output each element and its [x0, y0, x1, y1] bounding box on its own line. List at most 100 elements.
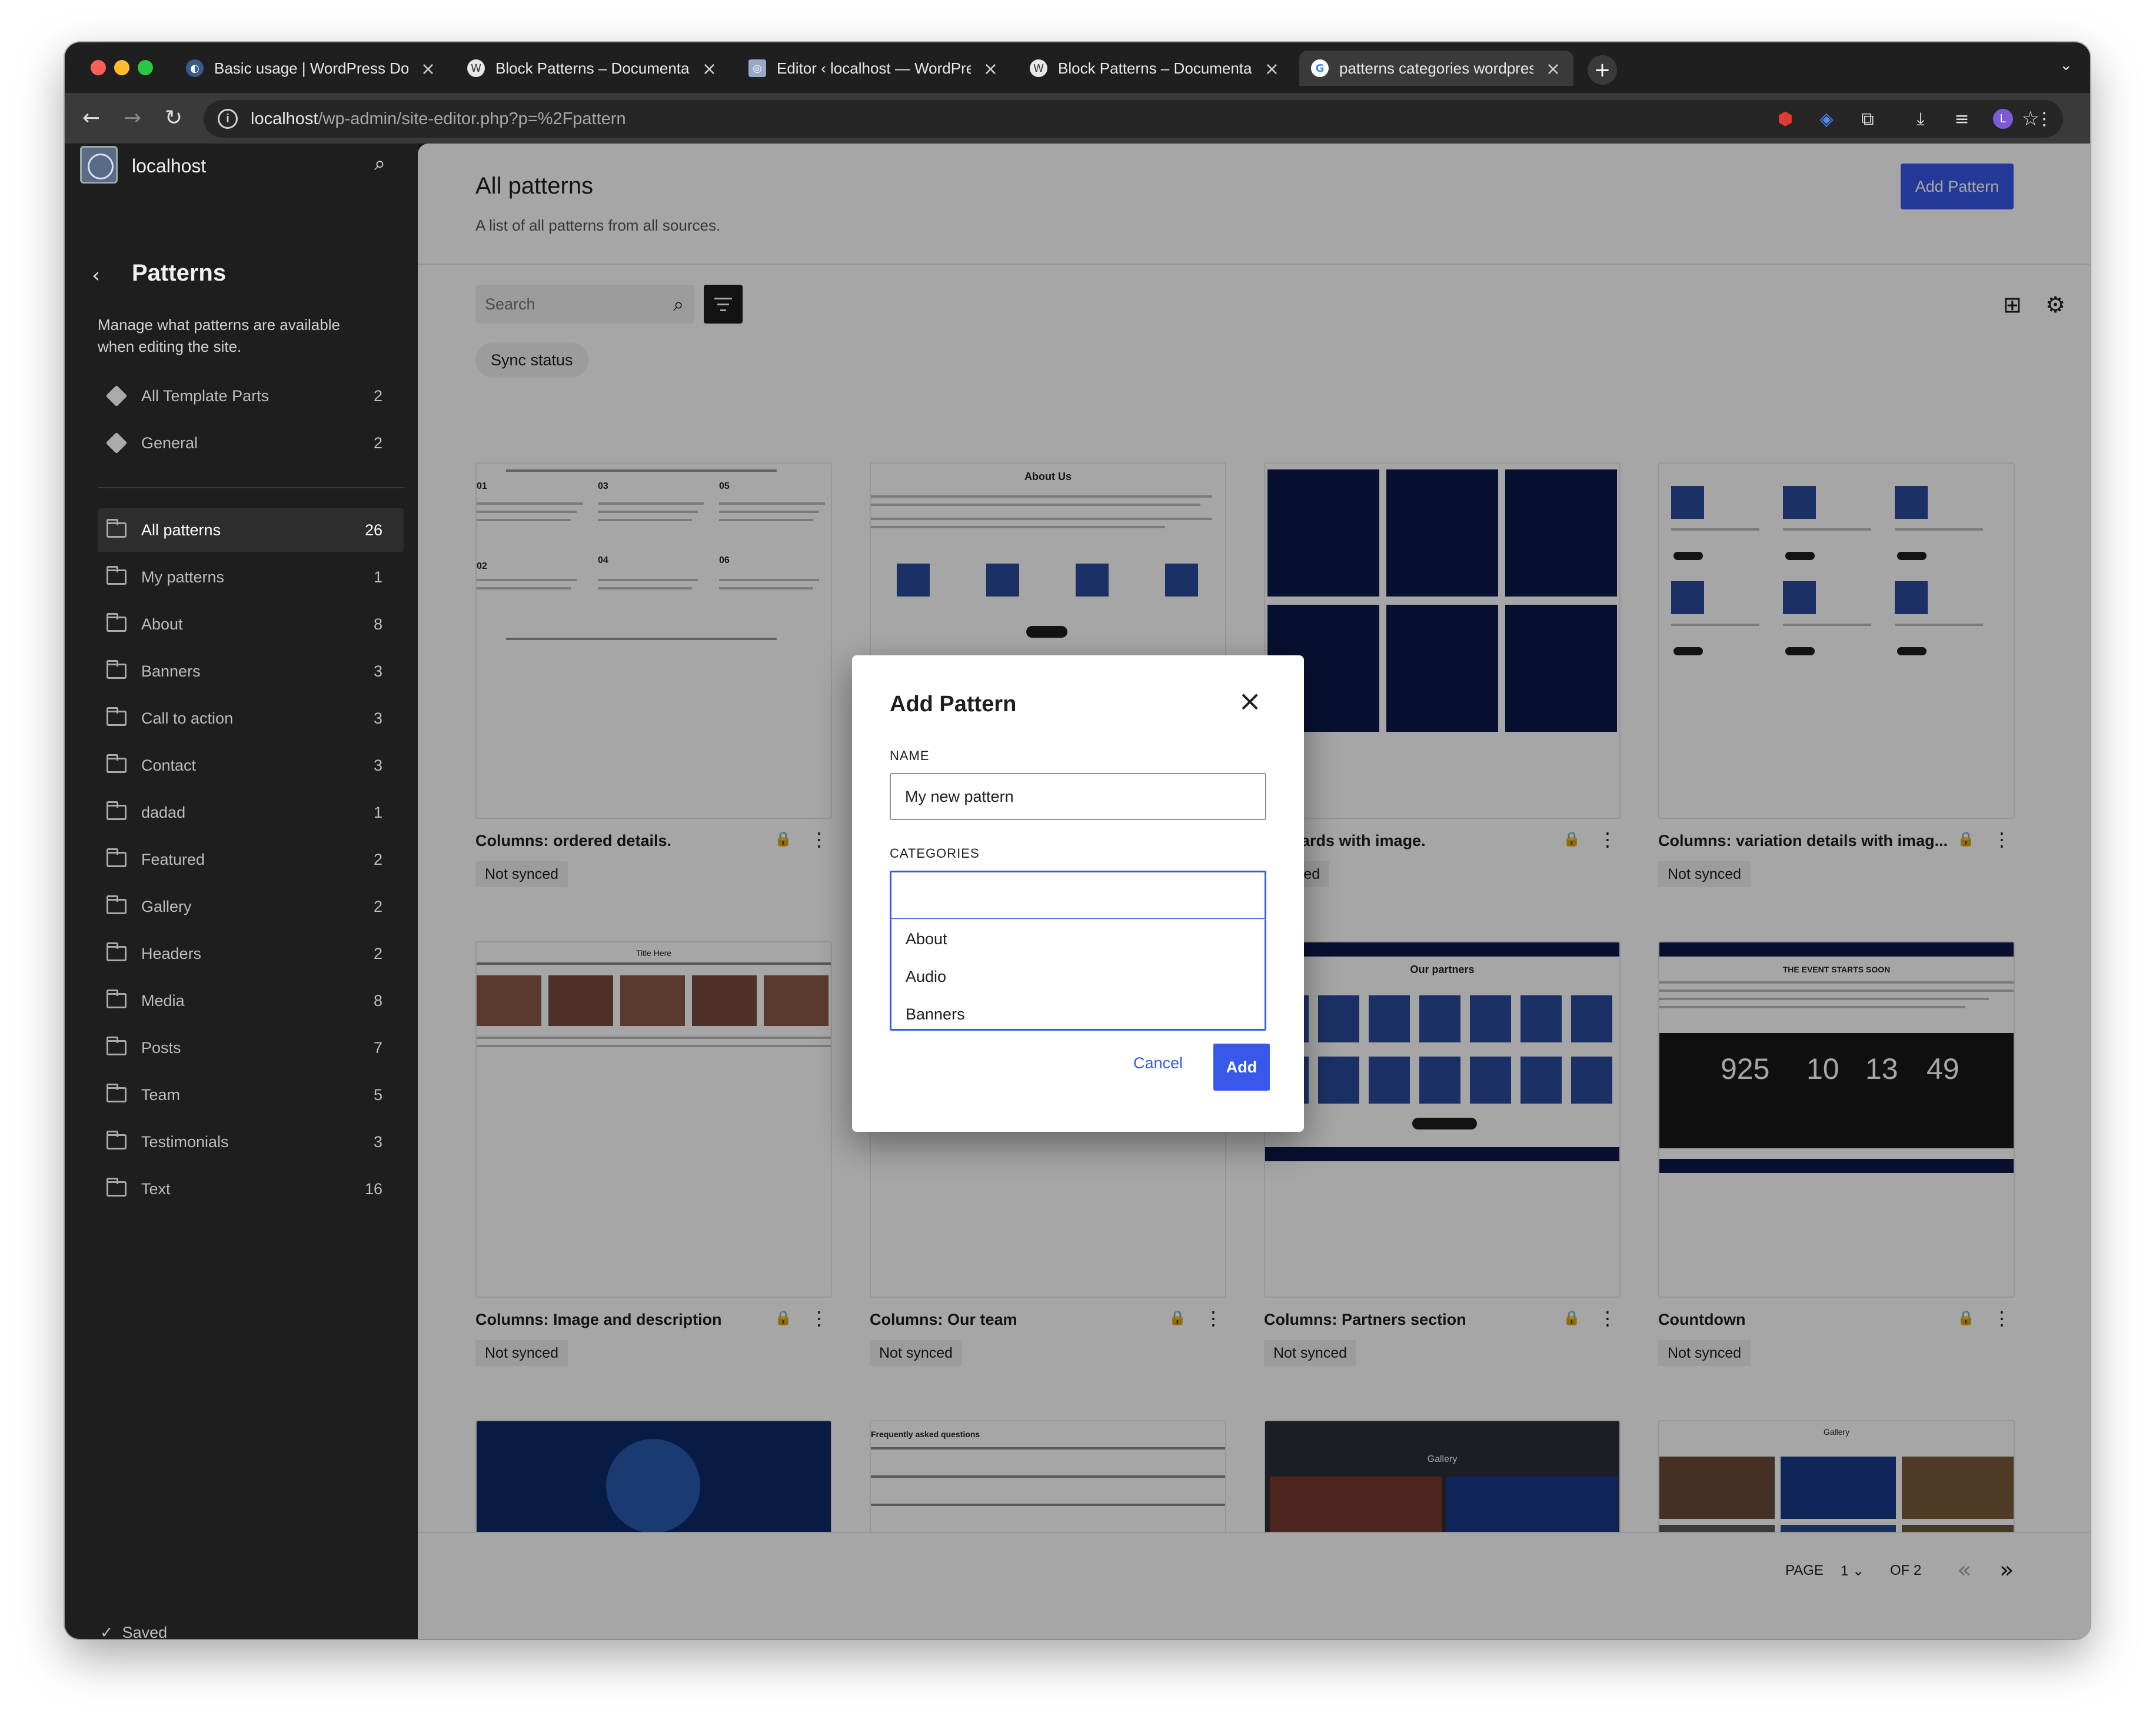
folder-icon	[104, 894, 129, 919]
site-icon: ◎	[748, 59, 766, 77]
template-part-icon	[104, 430, 129, 456]
folder-icon	[104, 1129, 129, 1155]
sidebar-item-count: 3	[373, 756, 382, 774]
sidebar-item-count: 3	[373, 709, 382, 727]
name-field-label: NAME	[890, 748, 930, 763]
media-controls-icon[interactable]: ≡	[1951, 108, 1972, 129]
sidebar-item-team[interactable]: Team 5	[98, 1073, 404, 1117]
sidebar-item-label: Text	[141, 1179, 171, 1198]
close-window-button[interactable]	[91, 60, 106, 75]
profile-avatar[interactable]: L	[1992, 108, 2014, 129]
template-part-icon	[104, 383, 129, 409]
sidebar-item-all-template-parts[interactable]: All Template Parts 2	[98, 374, 404, 418]
sidebar-title: Patterns	[132, 260, 227, 286]
category-option[interactable]: Audio	[906, 968, 946, 986]
tab-title: Basic usage | WordPress Doc	[214, 59, 408, 77]
site-info-icon[interactable]: i	[218, 109, 238, 129]
back-button[interactable]: ←	[82, 106, 100, 130]
sidebar-item-label: All patterns	[141, 521, 221, 539]
sidebar-item-featured[interactable]: Featured 2	[98, 838, 404, 881]
sidebar-item-call-to-action[interactable]: Call to action 3	[98, 697, 404, 740]
back-chevron-icon[interactable]: ‹	[92, 264, 100, 288]
search-icon[interactable]: ⌕	[374, 152, 385, 175]
close-tab-icon[interactable]: ×	[702, 59, 717, 79]
modal-title: Add Pattern	[890, 692, 1017, 717]
folder-icon	[104, 611, 129, 637]
tab-search-chevron-icon[interactable]: ⌄	[2059, 56, 2072, 74]
folder-icon	[104, 517, 129, 543]
sidebar-item-label: About	[141, 615, 183, 633]
sidebar-item-count: 16	[364, 1179, 382, 1198]
download-icon[interactable]: ⤓	[1910, 108, 1931, 129]
extensions-icon[interactable]: ⧉	[1857, 108, 1878, 129]
browser-tab-1[interactable]: ◐ Basic usage | WordPress Doc ×	[174, 51, 448, 86]
reload-button[interactable]: ↻	[165, 106, 182, 130]
sidebar-item-banners[interactable]: Banners 3	[98, 649, 404, 693]
sidebar-item-posts[interactable]: Posts 7	[98, 1026, 404, 1069]
sidebar-item-count: 7	[373, 1038, 382, 1057]
categories-input[interactable]	[890, 871, 1266, 920]
sidebar-item-count: 2	[373, 944, 382, 962]
patterns-sidebar: localhost ⌕ ‹ Patterns Manage what patte…	[65, 144, 418, 1639]
sidebar-item-my-patterns[interactable]: My patterns 1	[98, 555, 404, 599]
sidebar-item-count: 2	[373, 850, 382, 868]
wordpress-icon: W	[467, 59, 485, 77]
close-tab-icon[interactable]: ×	[421, 59, 435, 79]
close-icon[interactable]: ×	[1238, 687, 1262, 715]
browser-tab-5[interactable]: G patterns categories wordpres ×	[1299, 51, 1573, 86]
sidebar-item-about[interactable]: About 8	[98, 602, 404, 646]
pattern-name-input[interactable]: My new pattern	[890, 773, 1266, 820]
categories-field-label: CATEGORIES	[890, 846, 980, 861]
sidebar-divider	[98, 487, 404, 488]
extension-shield-icon[interactable]: ⬢	[1775, 108, 1796, 129]
sidebar-item-all-patterns[interactable]: All patterns 26	[98, 508, 404, 552]
close-tab-icon[interactable]: ×	[1546, 59, 1561, 79]
folder-icon	[104, 564, 129, 590]
sidebar-item-count: 5	[373, 1085, 382, 1104]
close-tab-icon[interactable]: ×	[983, 59, 998, 79]
folder-icon	[104, 988, 129, 1014]
save-status-label: Saved	[122, 1624, 168, 1639]
sidebar-description: Manage what patterns are available when …	[98, 316, 340, 355]
folder-icon	[104, 752, 129, 778]
site-logo[interactable]	[80, 146, 118, 184]
sidebar-item-label: Gallery	[141, 897, 192, 915]
sidebar-item-label: My patterns	[141, 568, 225, 586]
browser-menu-icon[interactable]: ⋮	[2034, 108, 2055, 129]
maximize-window-button[interactable]	[138, 60, 153, 75]
new-tab-button[interactable]: +	[1588, 55, 1617, 85]
sidebar-item-label: Testimonials	[141, 1132, 229, 1151]
url-text: localhost/wp-admin/site-editor.php?p=%2F…	[251, 109, 626, 129]
google-icon: G	[1311, 59, 1329, 77]
forward-button[interactable]: →	[124, 106, 141, 130]
folder-icon	[104, 1082, 129, 1108]
category-option[interactable]: Banners	[906, 1005, 965, 1024]
browser-tab-4[interactable]: W Block Patterns – Documentati ×	[1018, 51, 1292, 86]
extension-puzzle-blue-icon[interactable]: ◈	[1816, 108, 1837, 129]
sidebar-item-media[interactable]: Media 8	[98, 979, 404, 1022]
sidebar-item-headers[interactable]: Headers 2	[98, 932, 404, 975]
browser-tab-3[interactable]: ◎ Editor ‹ localhost — WordPres ×	[737, 51, 1011, 86]
sidebar-item-label: Headers	[141, 944, 202, 962]
sidebar-item-text[interactable]: Text 16	[98, 1167, 404, 1211]
folder-icon	[104, 1176, 129, 1202]
add-pattern-modal: Add Pattern × NAME My new pattern CATEGO…	[852, 655, 1304, 1132]
sidebar-item-general[interactable]: General 2	[98, 421, 404, 465]
add-button[interactable]: Add	[1213, 1044, 1270, 1091]
sidebar-item-count: 2	[373, 897, 382, 915]
close-tab-icon[interactable]: ×	[1265, 59, 1279, 79]
folder-icon	[104, 941, 129, 967]
sidebar-item-testimonials[interactable]: Testimonials 3	[98, 1120, 404, 1164]
sidebar-item-gallery[interactable]: Gallery 2	[98, 885, 404, 928]
sidebar-item-label: Team	[141, 1085, 181, 1104]
browser-window: ◐ Basic usage | WordPress Doc × W Block …	[65, 42, 2090, 1639]
sidebar-item-contact[interactable]: Contact 3	[98, 744, 404, 787]
sidebar-item-dadad[interactable]: dadad 1	[98, 791, 404, 834]
cancel-button[interactable]: Cancel	[1133, 1054, 1183, 1072]
tab-title: patterns categories wordpres	[1339, 59, 1533, 77]
category-option[interactable]: About	[906, 930, 947, 948]
url-host: localhost	[251, 109, 318, 128]
browser-tab-2[interactable]: W Block Patterns – Documentati ×	[455, 51, 730, 86]
sidebar-item-label: Contact	[141, 756, 197, 774]
minimize-window-button[interactable]	[114, 60, 129, 75]
